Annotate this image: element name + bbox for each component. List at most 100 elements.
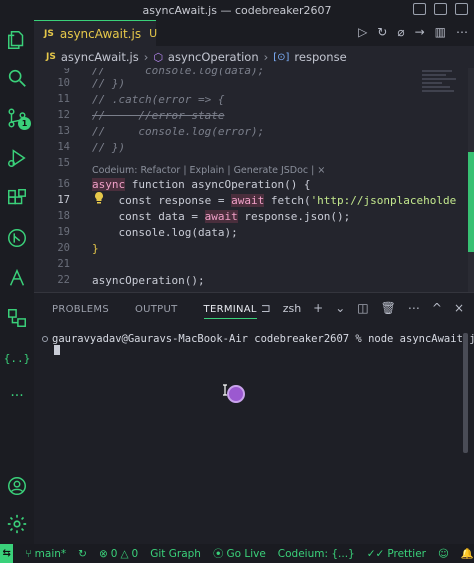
breadcrumb-file[interactable]: asyncAwait.js — [61, 50, 139, 64]
mouse-pointer-icon — [223, 384, 245, 403]
timeline-icon[interactable]: ↻ — [377, 25, 387, 39]
scrollbar-thumb[interactable] — [468, 152, 474, 252]
panel-actions: ⊐ zsh + ⌄ ◫ 🗑 ⋯ ^ × — [261, 301, 464, 315]
code-line: // //error state — [92, 109, 225, 122]
line-number: 16 — [57, 178, 70, 190]
toggle-panel-icon[interactable] — [434, 3, 447, 15]
close-icon[interactable]: × — [454, 301, 464, 315]
more-icon[interactable]: ··· — [5, 384, 29, 408]
testing-icon[interactable] — [5, 266, 29, 290]
code-line: // }) — [92, 141, 126, 154]
code-fragment: function asyncOperation() { — [125, 178, 311, 191]
await-keyword: await — [204, 210, 238, 223]
sync-icon: ↻ — [78, 547, 87, 560]
command-marker-icon — [42, 336, 48, 342]
terminal-cursor — [54, 345, 60, 355]
run-debug-icon[interactable] — [5, 146, 29, 170]
tab-output[interactable]: OUTPUT — [135, 304, 178, 315]
tab-asyncawait[interactable]: JS asyncAwait.js U — [34, 20, 157, 46]
code-line: // .catch(error => { — [92, 93, 225, 106]
tab-label: asyncAwait.js — [59, 26, 142, 41]
json-icon[interactable]: {..} — [4, 346, 31, 370]
remote-explorer-icon[interactable] — [5, 306, 29, 330]
more-icon[interactable]: ⋯ — [408, 301, 420, 315]
toggle-secondary-sidebar-icon[interactable] — [455, 3, 468, 15]
terminal-scrollbar[interactable] — [463, 333, 468, 453]
line-number: 9 — [63, 68, 70, 76]
minimap[interactable] — [422, 68, 462, 128]
variable-icon: [⊙] — [273, 51, 290, 63]
codeium-label: Codeium: {...} — [277, 547, 355, 560]
layout-controls — [413, 3, 468, 15]
js-file-icon: JS — [46, 52, 56, 62]
code-line: const response = await fetch('http://jso… — [92, 194, 456, 207]
remote-indicator-icon[interactable]: ⇆ — [0, 544, 14, 563]
window-title: asyncAwait.js — codebreaker2607 — [142, 3, 332, 17]
tab-problems[interactable]: PROBLEMS — [52, 304, 109, 315]
split-editor-icon[interactable]: ▥ — [435, 25, 446, 39]
prettier-status[interactable]: ✓✓ Prettier — [367, 548, 426, 560]
feedback-button[interactable]: ☺ — [438, 548, 449, 560]
new-terminal-icon[interactable]: + — [313, 301, 323, 315]
terminal-shell-name[interactable]: zsh — [283, 302, 301, 315]
error-icon: ⊗ — [98, 547, 108, 560]
code-fragment: response.json(); — [237, 210, 351, 223]
search-icon[interactable] — [5, 66, 29, 90]
bottom-panel: PROBLEMS OUTPUT TERMINAL ⊐ zsh + ⌄ ◫ 🗑 ⋯… — [34, 292, 474, 544]
breadcrumb-function[interactable]: asyncOperation — [168, 50, 259, 64]
gitlens-icon[interactable] — [5, 226, 29, 250]
code-line: asyncOperation(); — [92, 274, 205, 287]
line-number: 11 — [57, 93, 70, 105]
go-forward-icon[interactable]: → — [415, 25, 425, 39]
terminal-command: gauravyadav@Gauravs-MacBook-Air codebrea… — [52, 333, 474, 345]
codeium-status[interactable]: Codeium: {...} — [278, 548, 355, 560]
maximize-panel-icon[interactable]: ^ — [432, 301, 442, 315]
codeium-codelens[interactable]: Codeium: Refactor | Explain | Generate J… — [92, 165, 325, 176]
code-line: // console.log(error); — [92, 125, 265, 138]
editor-scrollbar[interactable] — [468, 68, 474, 292]
line-number: 17 — [57, 194, 70, 206]
async-keyword: async — [92, 178, 126, 191]
js-file-icon: JS — [44, 28, 54, 39]
warning-icon: △ — [120, 547, 129, 560]
chevron-right-icon: › — [143, 50, 149, 64]
line-number: 22 — [57, 274, 70, 286]
git-graph-button[interactable]: Git Graph — [150, 548, 201, 560]
compare-icon[interactable]: ⌀ — [397, 25, 404, 39]
problems-indicator[interactable]: ⊗ 0 △ 0 — [99, 548, 138, 560]
await-keyword: await — [231, 194, 265, 207]
extensions-icon[interactable] — [5, 186, 29, 210]
notifications-button[interactable]: 🔔 — [461, 547, 474, 560]
editor-actions: ▷ ↻ ⌀ → ▥ ⋯ — [358, 25, 468, 39]
line-number: 19 — [57, 226, 70, 238]
branch-indicator[interactable]: ⑂ main* — [25, 548, 66, 560]
sync-indicator[interactable]: ↻ — [78, 548, 87, 560]
branch-icon: ⑂ — [25, 547, 32, 560]
code-line: } — [92, 242, 99, 255]
more-actions-icon[interactable]: ⋯ — [456, 25, 468, 39]
explorer-icon[interactable] — [5, 28, 29, 52]
line-number: 21 — [57, 258, 70, 270]
tab-terminal[interactable]: TERMINAL — [203, 304, 257, 319]
branch-name: main* — [34, 547, 67, 560]
source-control-icon[interactable]: 1 — [5, 106, 31, 130]
settings-gear-icon[interactable] — [5, 512, 29, 536]
terminal-output[interactable]: gauravyadav@Gauravs-MacBook-Air codebrea… — [42, 333, 474, 345]
go-live-button[interactable]: ⦿ Go Live — [213, 546, 266, 561]
warning-count: 0 — [131, 547, 139, 560]
breadcrumb-variable[interactable]: response — [294, 50, 346, 64]
code-editor[interactable]: 9 10 11 12 13 14 15 16 17 18 19 20 21 22… — [34, 68, 474, 292]
toggle-sidebar-icon[interactable] — [413, 3, 426, 15]
split-terminal-icon[interactable]: ◫ — [357, 301, 368, 315]
double-check-icon: ✓✓ — [366, 547, 385, 560]
error-count: 0 — [110, 547, 118, 560]
run-icon[interactable]: ▷ — [358, 25, 367, 39]
code-line: async function asyncOperation() { — [92, 178, 311, 191]
code-line: const data = await response.json(); — [92, 210, 350, 223]
account-icon[interactable] — [5, 474, 29, 498]
git-graph-label: Git Graph — [150, 547, 201, 560]
prettier-label: Prettier — [387, 547, 426, 560]
code-line: // }) — [92, 77, 126, 90]
chevron-down-icon[interactable]: ⌄ — [335, 301, 345, 315]
trash-icon[interactable]: 🗑 — [381, 301, 396, 315]
